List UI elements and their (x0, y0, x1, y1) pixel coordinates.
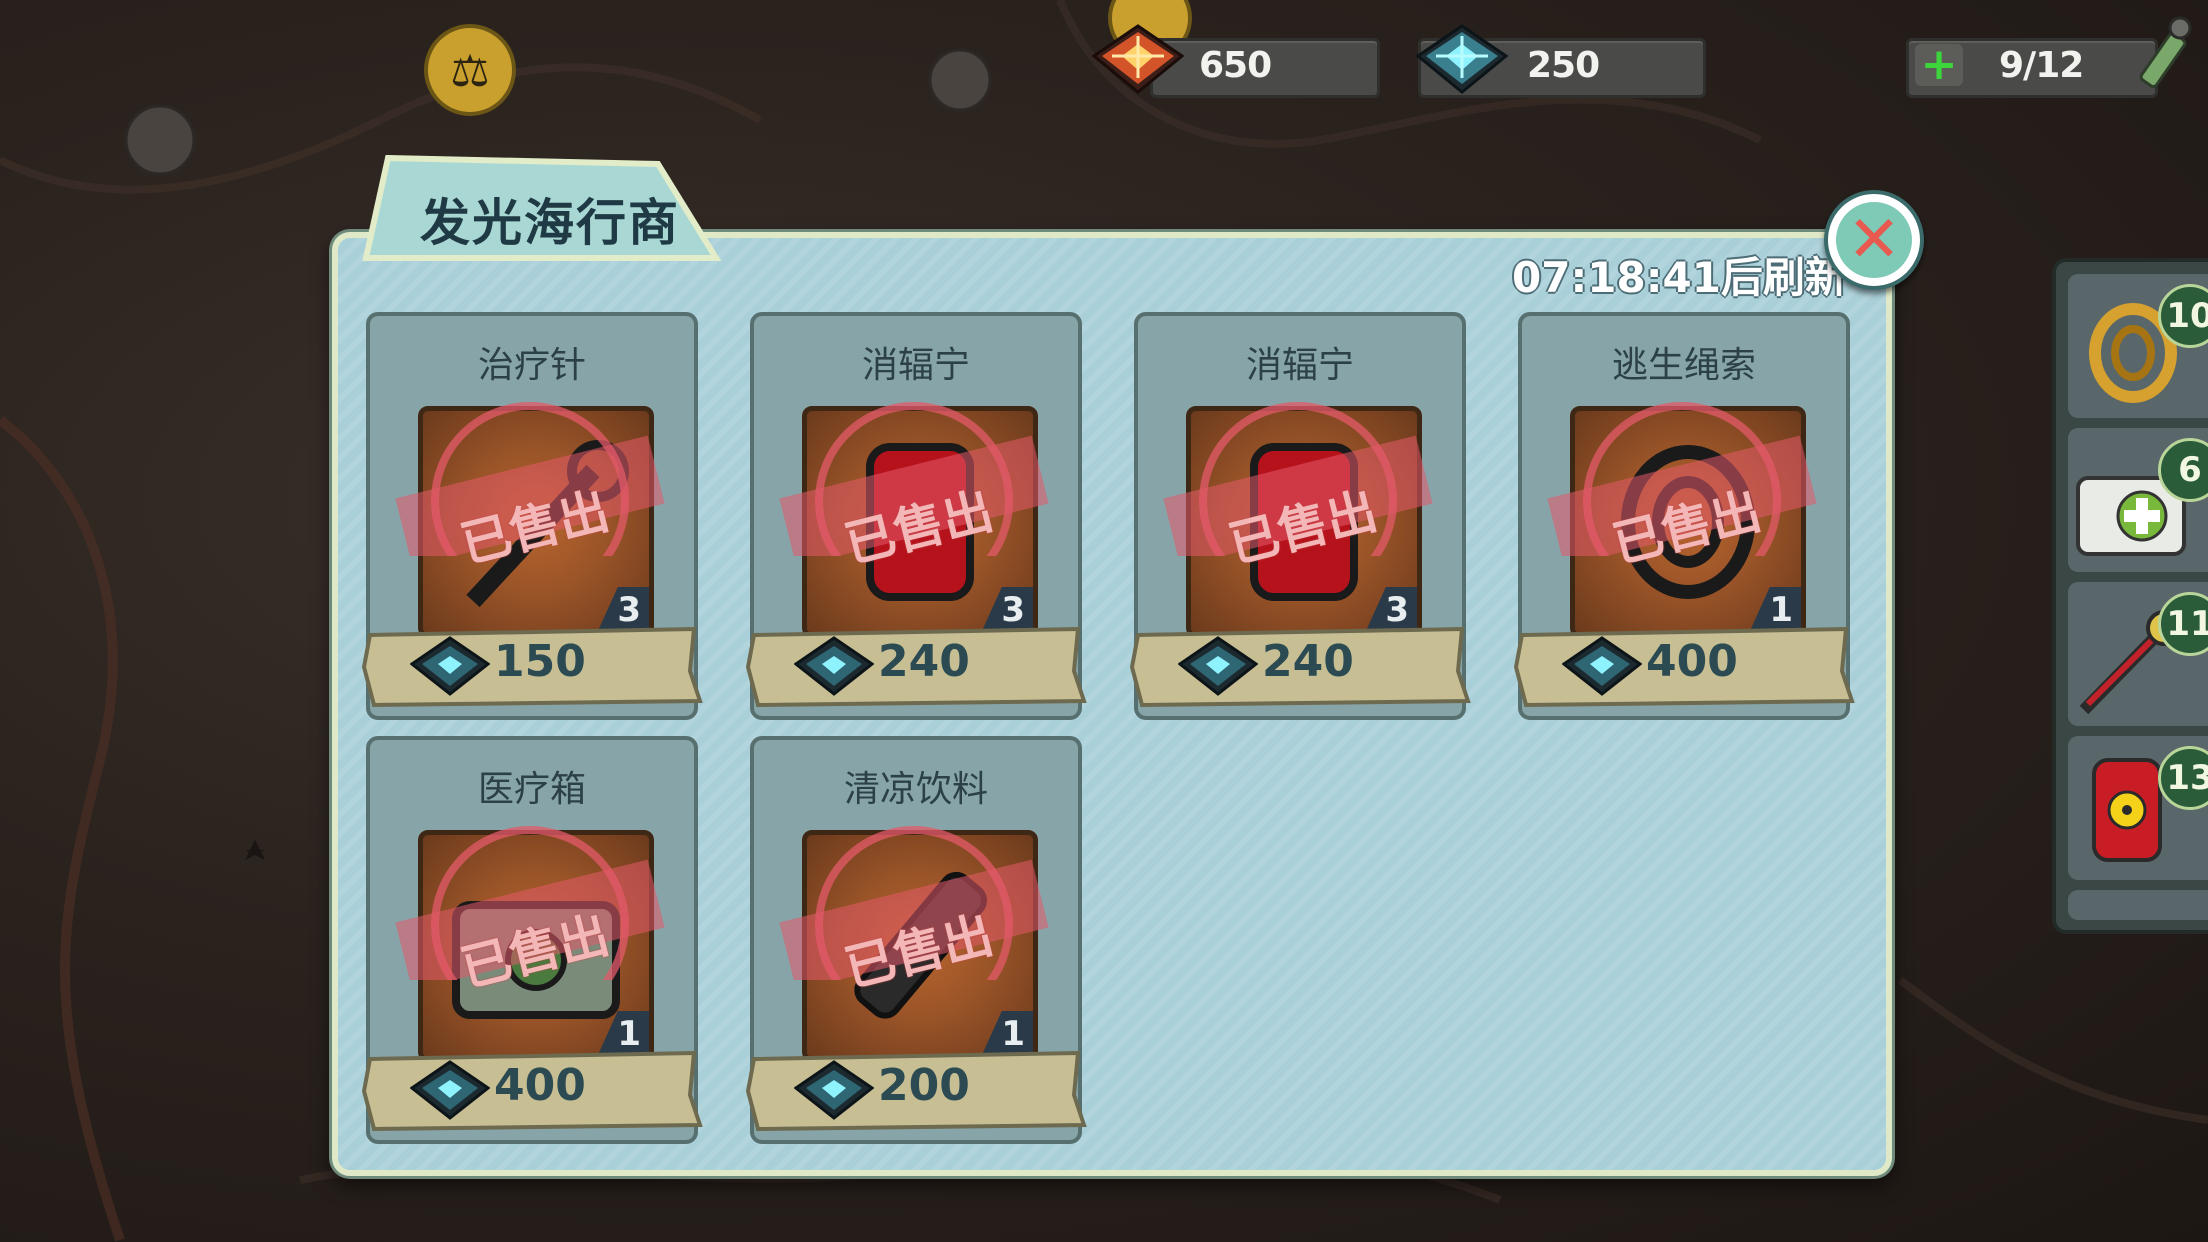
item-price: 200 (878, 1060, 970, 1111)
shop-item-card[interactable]: 治疗针 3 已售出 150 (361, 312, 703, 720)
inventory-sidebar: 10 6 11 13 (2052, 258, 2208, 934)
blue-chip-icon (794, 636, 874, 696)
item-price: 400 (1646, 636, 1738, 687)
energy-counter[interactable]: + 9/12 (1906, 38, 2158, 98)
blue-chip-icon (794, 1060, 874, 1120)
blue-chip-icon (1415, 24, 1509, 94)
item-name: 消辐宁 (861, 345, 970, 386)
item-name: 消辐宁 (1245, 345, 1354, 386)
inventory-slot-stimpak[interactable]: 11 (2068, 582, 2208, 726)
item-price: 240 (878, 636, 970, 687)
svg-text:⚖: ⚖ (450, 46, 489, 97)
item-price: 240 (1262, 636, 1354, 687)
red-chip-value: 650 (1199, 45, 1272, 86)
blue-chip-icon (410, 636, 490, 696)
item-name: 医疗箱 (477, 769, 586, 810)
item-name: 清凉饮料 (843, 769, 988, 810)
shop-item-card[interactable]: 消辐宁 3 已售出 240 (1129, 312, 1471, 720)
inventory-slot-rope[interactable]: 10 (2068, 274, 2208, 418)
syringe-icon (2139, 16, 2192, 89)
refresh-timer: 07:18:41后刷新 (1512, 253, 1847, 302)
shop-title: 发光海行商 (420, 194, 680, 252)
shop-item-card[interactable]: 逃生绳索 1 已售出 400 (1513, 312, 1855, 720)
item-name: 治疗针 (477, 345, 586, 386)
item-price: 150 (494, 636, 586, 687)
item-price: 400 (494, 1060, 586, 1111)
blue-chip-icon (410, 1060, 490, 1120)
plus-icon[interactable]: + (1915, 43, 1963, 87)
inventory-slot-more[interactable] (2068, 890, 2208, 920)
close-button[interactable]: ✕ (1824, 190, 1924, 290)
blue-chip-icon (1562, 636, 1642, 696)
shop-item-card[interactable]: 医疗箱 1 已售出 400 (361, 736, 703, 1144)
energy-value: 9/12 (1999, 45, 2084, 86)
red-chip-icon (1091, 24, 1185, 94)
blue-chip-icon (1178, 636, 1258, 696)
blue-chip-value: 250 (1527, 45, 1600, 86)
close-icon: ✕ (1836, 202, 1912, 278)
inventory-slot-radaway[interactable]: 13 (2068, 736, 2208, 880)
item-name: 逃生绳索 (1611, 345, 1756, 386)
inventory-slot-medkit[interactable]: 6 (2068, 428, 2208, 572)
shop-item-card[interactable]: 清凉饮料 1 已售出 200 (745, 736, 1087, 1144)
shop-item-card[interactable]: 消辐宁 3 已售出 240 (745, 312, 1087, 720)
